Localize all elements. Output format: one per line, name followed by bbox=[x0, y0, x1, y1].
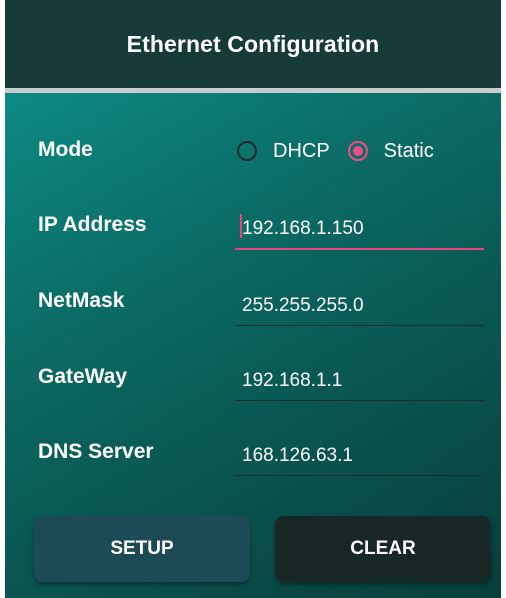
netmask-field bbox=[235, 286, 484, 326]
ip-address-label: IP Address bbox=[38, 213, 147, 236]
gateway-input[interactable] bbox=[235, 361, 484, 400]
netmask-label: NetMask bbox=[38, 289, 125, 312]
dialog-title: Ethernet Configuration bbox=[126, 30, 380, 57]
mode-radio-group: DHCP Static bbox=[237, 136, 434, 166]
netmask-input[interactable] bbox=[235, 286, 484, 325]
radio-static[interactable]: Static bbox=[347, 140, 434, 163]
mode-label: Mode bbox=[38, 138, 93, 161]
radio-static-label[interactable]: Static bbox=[384, 140, 434, 163]
radio-dhcp-label[interactable]: DHCP bbox=[273, 140, 330, 163]
form-content: Mode DHCP Static IP Address NetMask Gate… bbox=[5, 93, 501, 598]
radio-dhcp-circle-icon[interactable] bbox=[237, 141, 257, 161]
dns-server-field bbox=[235, 436, 484, 476]
ethernet-config-dialog: Ethernet Configuration Mode DHCP Static … bbox=[5, 0, 501, 598]
gateway-label: GateWay bbox=[38, 365, 128, 388]
text-cursor bbox=[240, 214, 242, 238]
title-bar: Ethernet Configuration bbox=[5, 0, 501, 88]
radio-dhcp[interactable]: DHCP bbox=[237, 140, 330, 163]
dns-server-label: DNS Server bbox=[38, 440, 154, 463]
ip-address-input[interactable] bbox=[235, 210, 484, 248]
gateway-field bbox=[235, 361, 484, 401]
setup-button[interactable]: SETUP bbox=[34, 516, 250, 582]
ip-address-field bbox=[235, 210, 484, 250]
clear-button[interactable]: CLEAR bbox=[275, 516, 491, 582]
radio-static-circle-icon[interactable] bbox=[347, 141, 368, 161]
dns-server-input[interactable] bbox=[235, 436, 484, 475]
